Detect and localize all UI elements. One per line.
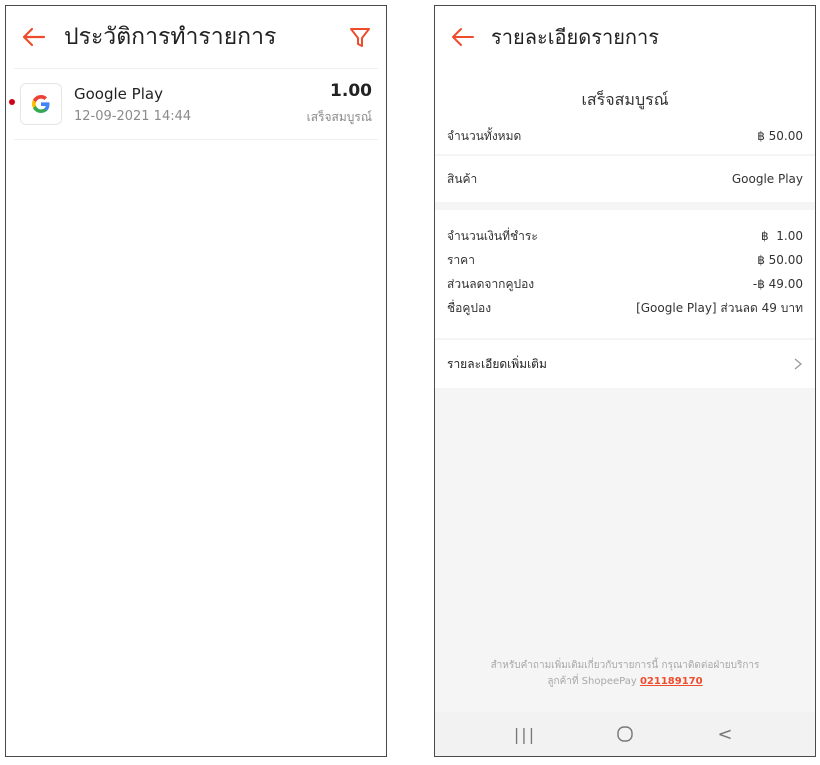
chevron-right-icon [794,358,803,370]
support-note-line2: ลูกค้าที่ ShopeePay 021189170 [453,674,797,690]
coupon-discount-label: ส่วนลดจากคูปอง [447,276,535,291]
support-note-prefix: ลูกค้าที่ ShopeePay [547,676,640,687]
transaction-info: Google Play 12-09-2021 14:44 [74,85,307,124]
transaction-summary: 1.00 เสร็จสมบูรณ์ [307,81,378,127]
coupon-discount-value: -฿ 49.00 [752,277,803,291]
support-phone-link[interactable]: 021189170 [640,676,703,687]
status-title: เสร็จสมบูรณ์ [581,90,669,109]
more-details-label: รายละเอียดเพิ่มเติม [447,356,547,371]
transaction-date: 12-09-2021 14:44 [74,108,192,124]
support-note-line1: สำหรับคำถามเพิ่มเติมเกี่ยวกับรายการนี้ ก… [490,660,760,671]
home-button[interactable] [605,719,645,749]
total-label: จำนวนทั้งหมด [447,128,522,143]
home-circle-icon [617,726,633,742]
transaction-history-screen: ประวัติการทำรายการ Google Play 12-09-202… [5,5,387,757]
history-header: ประวัติการทำรายการ [6,6,386,68]
total-row: จำนวนทั้งหมด ฿ 50.00 [435,118,815,154]
total-value: ฿ 50.00 [757,129,803,143]
paid-amount-value: ฿ 1.00 [761,229,803,243]
transaction-name: Google Play [74,84,163,103]
unread-dot [9,99,15,105]
coupon-name-value: [Google Play] ส่วนลด 49 บาท [636,300,803,315]
filter-icon[interactable] [348,25,372,49]
recents-icon: ||| [513,724,537,744]
recents-button[interactable]: ||| [505,719,545,749]
price-label: ราคา [447,252,475,267]
support-note: สำหรับคำถามเพิ่มเติมเกี่ยวกับรายการนี้ ก… [435,658,815,690]
page-title: ประวัติการทำรายการ [64,24,277,50]
price-row: ราคา ฿ 50.00 [435,248,815,272]
product-label: สินค้า [447,171,478,186]
back-nav-button[interactable]: < [705,719,745,749]
coupon-discount-row: ส่วนลดจากคูปอง -฿ 49.00 [435,272,815,296]
transaction-detail-screen: รายละเอียดรายการ เสร็จสมบูรณ์ จำนวนทั้งห… [434,5,816,757]
product-row: สินค้า Google Play [435,156,815,202]
status-card: เสร็จสมบูรณ์ จำนวนทั้งหมด ฿ 50.00 [435,68,815,154]
product-card: สินค้า Google Play [435,156,815,202]
paid-amount-label: จำนวนเงินที่ชำระ [447,228,538,243]
price-value: ฿ 50.00 [757,253,803,267]
divider [435,202,815,210]
transaction-amount: 1.00 [330,81,372,101]
paid-amount-row: จำนวนเงินที่ชำระ ฿ 1.00 [435,224,815,248]
back-arrow-icon[interactable] [20,23,48,51]
android-navbar: ||| < [435,712,815,756]
product-value: Google Play [731,172,803,186]
payment-card: จำนวนเงินที่ชำระ ฿ 1.00 ราคา ฿ 50.00 ส่ว… [435,210,815,338]
coupon-name-label: ชื่อคูปอง [447,300,492,315]
detail-header: รายละเอียดรายการ [435,6,815,68]
google-logo-icon [20,83,62,125]
back-arrow-icon[interactable] [449,23,477,51]
more-details-row[interactable]: รายละเอียดเพิ่มเติม [435,340,815,388]
back-nav-icon: < [717,723,733,745]
page-title: รายละเอียดรายการ [491,25,660,49]
transaction-status: เสร็จสมบูรณ์ [306,110,372,124]
transaction-row[interactable]: Google Play 12-09-2021 14:44 1.00 เสร็จส… [9,68,378,140]
coupon-name-row: ชื่อคูปอง [Google Play] ส่วนลด 49 บาท [435,296,815,320]
